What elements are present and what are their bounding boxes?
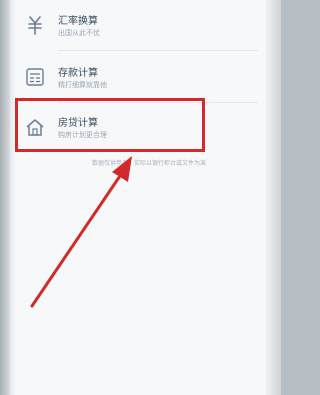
arrow-annotation — [30, 156, 132, 308]
phone-screenshot: 汇率换算 出国从此不忧 存款计算 精打细算就靠他 房贷计算 购房计划更合理 数据… — [0, 0, 281, 395]
